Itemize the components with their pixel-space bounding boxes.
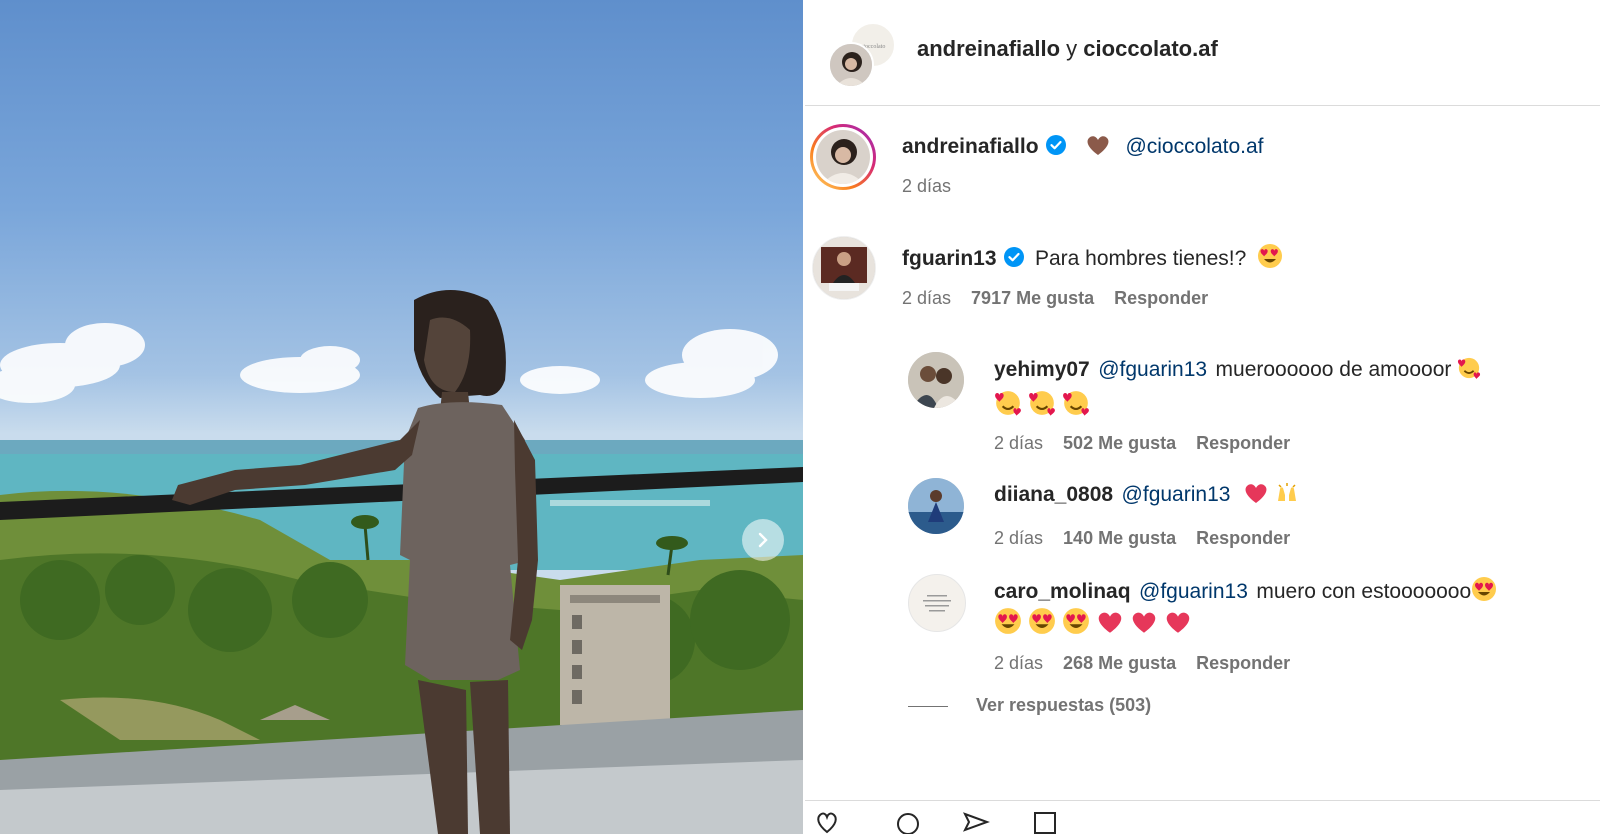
save-bookmark-icon: [1034, 812, 1056, 834]
caption-mention[interactable]: @cioccolato.af: [1125, 135, 1263, 158]
view-replies-label: Ver respuestas (503): [976, 695, 1152, 715]
collab-avatars[interactable]: cioccolato: [828, 22, 896, 88]
brown-heart-icon: [1087, 136, 1109, 155]
caption-avatar-story-ring[interactable]: [810, 124, 876, 190]
verified-badge-icon: [1045, 135, 1066, 155]
comment-reply-button[interactable]: Responder: [1114, 288, 1208, 308]
caption-username[interactable]: andreinafiallo: [902, 135, 1039, 158]
share-plane-icon: [962, 812, 990, 832]
heart-eyes-emoji: [1257, 244, 1282, 268]
reply-reply-button[interactable]: Responder: [1196, 653, 1290, 673]
raising-hands-emoji: [1277, 483, 1296, 501]
comment-meta: 2 días 7917 Me gusta Responder: [902, 288, 1208, 309]
comment-likes[interactable]: 7917 Me gusta: [971, 288, 1094, 308]
reply-time: 2 días: [994, 433, 1044, 453]
actions-divider: [805, 800, 1600, 801]
post-header: cioccolato andreinafiallo y cioccolato.a…: [805, 0, 1600, 106]
heart-eyes-emoji: [1029, 608, 1055, 634]
reply-text: mueroooooo de amoooor: [1215, 358, 1452, 381]
caption-avatar: [816, 130, 870, 184]
smiling-hearts-emoji: [1029, 391, 1055, 416]
reply-likes[interactable]: 140 Me gusta: [1063, 528, 1176, 548]
red-heart-icon: [1245, 484, 1267, 503]
smiling-hearts-emoji: [1458, 357, 1481, 380]
comment-line: fguarin13 Para hombres tienes!?: [902, 243, 1283, 271]
chevron-right-icon: [758, 532, 768, 548]
smiling-hearts-emoji: [995, 391, 1021, 416]
red-heart-icon: [1132, 612, 1156, 633]
reply-1-meta: 2 días 502 Me gusta Responder: [994, 433, 1290, 454]
reply-username[interactable]: yehimy07: [994, 358, 1090, 381]
verified-badge-icon: [1003, 247, 1024, 267]
comment-time: 2 días: [902, 288, 952, 308]
red-heart-icon: [1166, 612, 1190, 633]
reply-time: 2 días: [994, 653, 1044, 673]
reply-3-line: caro_molinaq @fguarin13 muero con estooo…: [994, 576, 1497, 604]
reply-username[interactable]: caro_molinaq: [994, 580, 1131, 603]
post-header-title: andreinafiallo y cioccolato.af: [917, 36, 1218, 62]
reply-2-line: diiana_0808 @fguarin13: [994, 481, 1299, 507]
reply-reply-button[interactable]: Responder: [1196, 433, 1290, 453]
reply-3-emoji-line: [994, 607, 1192, 636]
avatar-andreinafiallo: [828, 42, 874, 88]
reply-1-emoji-line: [994, 389, 1090, 418]
reply-avatar-caro_molinaq[interactable]: [908, 574, 966, 632]
reply-username[interactable]: diiana_0808: [994, 483, 1113, 506]
reply-reply-button[interactable]: Responder: [1196, 528, 1290, 548]
post-actions-bar: [815, 810, 1075, 839]
comment-text: Para hombres tienes!?: [1034, 247, 1247, 270]
reply-mention[interactable]: @fguarin13: [1122, 483, 1231, 506]
header-user-cioccolato[interactable]: cioccolato.af: [1083, 36, 1217, 61]
like-heart-icon: [817, 812, 837, 834]
heart-eyes-emoji: [995, 608, 1021, 634]
header-user-andreinafiallo[interactable]: andreinafiallo: [917, 36, 1060, 61]
reply-mention[interactable]: @fguarin13: [1098, 358, 1207, 381]
caption-line: andreinafiallo @cioccolato.af: [902, 133, 1264, 159]
post-photo[interactable]: [0, 0, 803, 834]
comment-bubble-icon: [897, 813, 919, 835]
reply-avatar-diiana_0808[interactable]: [908, 478, 964, 534]
comment-username[interactable]: fguarin13: [902, 247, 997, 270]
reply-1-line: yehimy07 @fguarin13 mueroooooo de amoooo…: [994, 356, 1481, 382]
next-photo-button[interactable]: [742, 519, 784, 561]
red-heart-icon: [1098, 612, 1122, 633]
view-replies-button[interactable]: Ver respuestas (503): [908, 695, 1151, 716]
post-details-panel: cioccolato andreinafiallo y cioccolato.a…: [805, 0, 1600, 835]
reply-avatar-yehimy07[interactable]: [908, 352, 964, 408]
caption-time: 2 días: [902, 176, 952, 196]
reply-text: muero con estooooooo: [1256, 580, 1472, 603]
heart-eyes-emoji: [1472, 577, 1497, 601]
reply-likes[interactable]: 502 Me gusta: [1063, 433, 1176, 453]
reply-time: 2 días: [994, 528, 1044, 548]
reply-mention[interactable]: @fguarin13: [1139, 580, 1248, 603]
reply-likes[interactable]: 268 Me gusta: [1063, 653, 1176, 673]
reply-3-meta: 2 días 268 Me gusta Responder: [994, 653, 1290, 674]
header-conjunction: y: [1066, 36, 1078, 61]
reply-2-meta: 2 días 140 Me gusta Responder: [994, 528, 1290, 549]
comment-avatar-fguarin13[interactable]: [812, 236, 876, 300]
smiling-hearts-emoji: [1063, 391, 1089, 416]
post-image: [0, 290, 803, 834]
heart-eyes-emoji: [1063, 608, 1089, 634]
view-replies-line: [908, 706, 948, 708]
